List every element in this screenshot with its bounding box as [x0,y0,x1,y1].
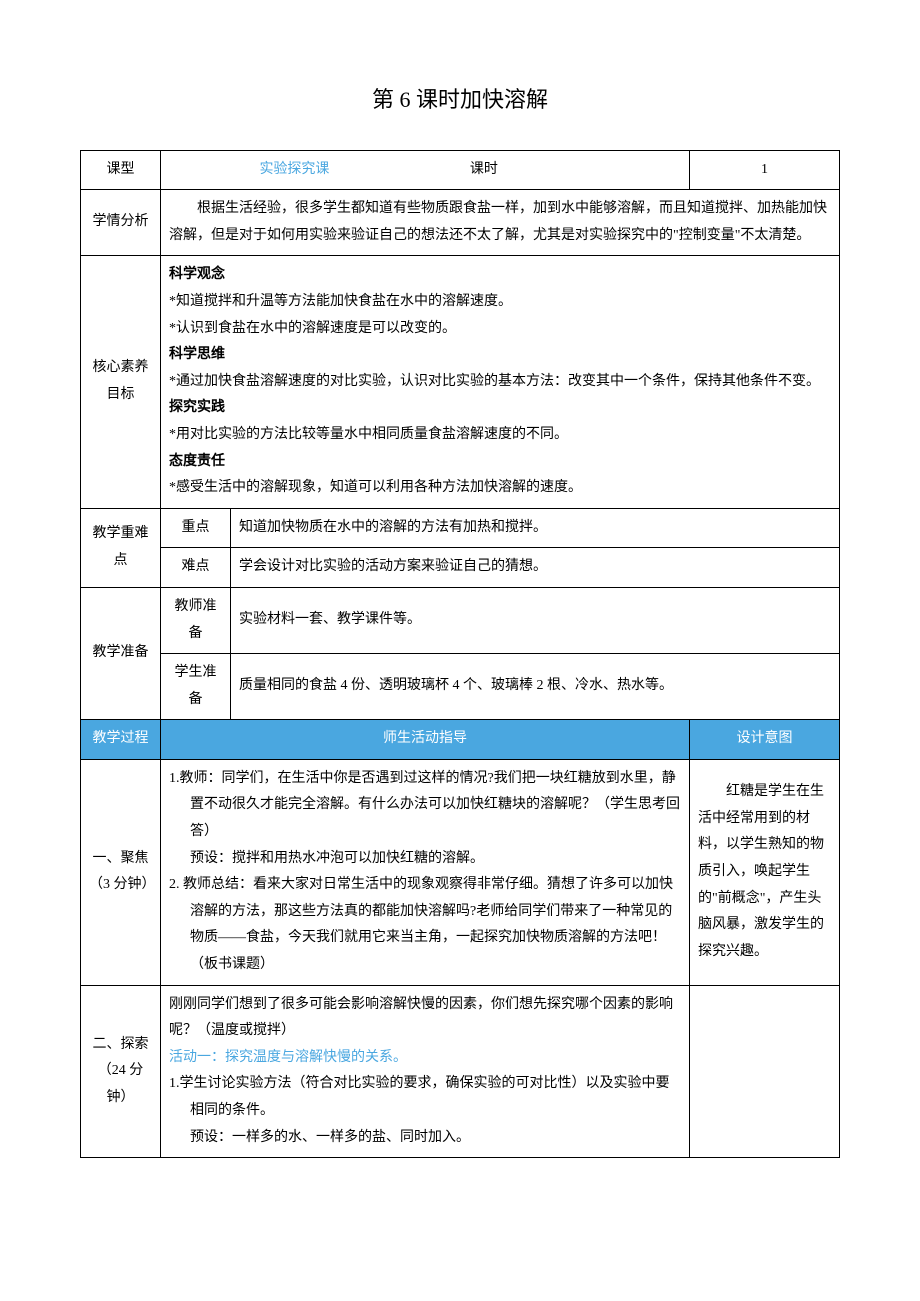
label-prep: 教学准备 [81,587,161,719]
goals-h2: 科学思维 [169,342,831,369]
prep-text-1: 实验材料一套、教学课件等。 [231,587,840,653]
row-goals: 核心素养目标 科学观念 *知道搅拌和升温等方法能加快食盐在水中的溶解速度。 *认… [81,256,840,508]
goals-h3: 探究实践 [169,395,831,422]
goals-h1: 科学观念 [169,262,831,289]
explore-body: 刚刚同学们想到了很多可能会影响溶解快慢的因素，你们想先探究哪个因素的影响呢？（温… [161,985,690,1158]
lesson-plan-table: 课型 实验探究课课时 1 学情分析 根据生活经验，很多学生都知道有些物质跟食盐一… [80,150,840,1159]
keypoint-text-1: 知道加快物质在水中的溶解的方法有加热和搅拌。 [231,508,840,548]
proc-header-c1: 教学过程 [81,720,161,760]
goals-p1: *知道搅拌和升温等方法能加快食盐在水中的溶解速度。 [169,289,831,316]
prep-sub-2: 学生准备 [161,654,231,720]
row-focus: 一、聚焦（3 分钟） 1.教师：同学们，在生活中你是否遇到过这样的情况?我们把一… [81,759,840,985]
focus-body: 1.教师：同学们，在生活中你是否遇到过这样的情况?我们把一块红糖放到水里，静置不… [161,759,690,985]
goals-p4: *用对比实验的方法比较等量水中相同质量食盐溶解速度的不同。 [169,422,831,449]
row-class-type: 课型 实验探究课课时 1 [81,150,840,190]
analysis-text: 根据生活经验，很多学生都知道有些物质跟食盐一样，加到水中能够溶解，而且知道搅拌、… [161,190,840,256]
label-focus: 一、聚焦（3 分钟） [81,759,161,985]
proc-header-c2: 师生活动指导 [161,720,690,760]
focus-l2: 预设：搅拌和用热水冲泡可以加快红糖的溶解。 [169,846,681,873]
prep-sub-1: 教师准备 [161,587,231,653]
row-analysis: 学情分析 根据生活经验，很多学生都知道有些物质跟食盐一样，加到水中能够溶解，而且… [81,190,840,256]
goals-h4: 态度责任 [169,449,831,476]
goals-p3: *通过加快食盐溶解速度的对比实验，认识对比实验的基本方法：改变其中一个条件，保持… [169,369,831,396]
proc-header-c3: 设计意图 [690,720,840,760]
label-analysis: 学情分析 [81,190,161,256]
goals-body: 科学观念 *知道搅拌和升温等方法能加快食盐在水中的溶解速度。 *认识到食盐在水中… [161,256,840,508]
page-title: 第 6 课时加快溶解 [80,80,840,120]
explore-intent [690,985,840,1158]
row-keypoint-2: 难点 学会设计对比实验的活动方案来验证自己的猜想。 [81,548,840,588]
focus-l1: 1.教师：同学们，在生活中你是否遇到过这样的情况?我们把一块红糖放到水里，静置不… [169,766,681,846]
label-explore: 二、探索（24 分钟） [81,985,161,1158]
label-goals: 核心素养目标 [81,256,161,508]
explore-l4: 预设：一样多的水、一样多的盐、同时加入。 [169,1125,681,1152]
row-keypoint-1: 教学重难点 重点 知道加快物质在水中的溶解的方法有加热和搅拌。 [81,508,840,548]
row-prep-1: 教学准备 教师准备 实验材料一套、教学课件等。 [81,587,840,653]
prep-text-2: 质量相同的食盐 4 份、透明玻璃杯 4 个、玻璃棒 2 根、冷水、热水等。 [231,654,840,720]
keypoint-sub-1: 重点 [161,508,231,548]
keypoint-sub-2: 难点 [161,548,231,588]
label-class-type: 课型 [81,150,161,190]
period-value: 1 [690,150,840,190]
explore-l2: 活动一：探究温度与溶解快慢的关系。 [169,1045,681,1072]
explore-l3: 1.学生讨论实验方法（符合对比实验的要求，确保实验的可对比性）以及实验中要相同的… [169,1071,681,1124]
row-prep-2: 学生准备 质量相同的食盐 4 份、透明玻璃杯 4 个、玻璃棒 2 根、冷水、热水… [81,654,840,720]
label-keypoints: 教学重难点 [81,508,161,587]
class-type-value: 实验探究课 [169,157,420,184]
label-period: 课时 [420,157,548,184]
keypoint-text-2: 学会设计对比实验的活动方案来验证自己的猜想。 [231,548,840,588]
row-explore: 二、探索（24 分钟） 刚刚同学们想到了很多可能会影响溶解快慢的因素，你们想先探… [81,985,840,1158]
cell-class-type-value: 实验探究课课时 [161,150,690,190]
focus-intent: 红糖是学生在生活中经常用到的材料，以学生熟知的物质引入，唤起学生的"前概念"，产… [690,759,840,985]
focus-l3: 2. 教师总结：看来大家对日常生活中的现象观察得非常仔细。猜想了许多可以加快溶解… [169,872,681,978]
explore-l1: 刚刚同学们想到了很多可能会影响溶解快慢的因素，你们想先探究哪个因素的影响呢？（温… [169,992,681,1045]
goals-p2: *认识到食盐在水中的溶解速度是可以改变的。 [169,316,831,343]
row-proc-header: 教学过程 师生活动指导 设计意图 [81,720,840,760]
goals-p5: *感受生活中的溶解现象，知道可以利用各种方法加快溶解的速度。 [169,475,831,502]
